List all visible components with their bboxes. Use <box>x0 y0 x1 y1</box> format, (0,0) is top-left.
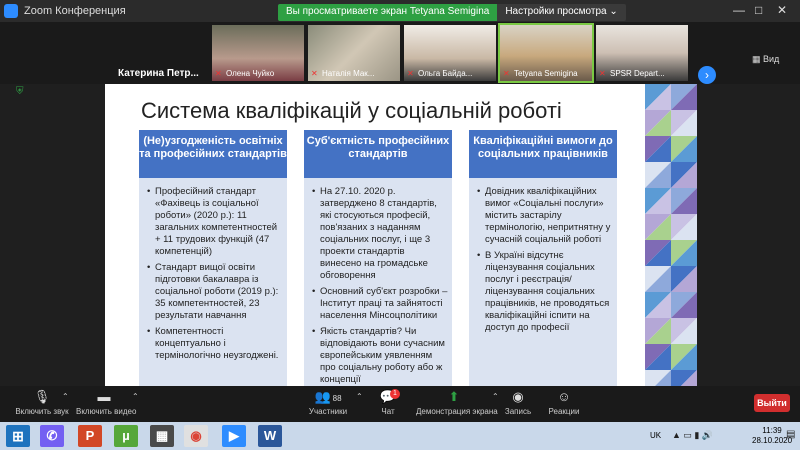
presentation-slide: Система кваліфікацій у соціальній роботі… <box>105 84 697 386</box>
participant-tile-active-speaker[interactable]: ✕ Tetyana Semigina <box>498 23 594 83</box>
view-options-dropdown[interactable]: Настройки просмотра ⌄ <box>497 4 626 21</box>
decorative-triangles <box>645 84 697 386</box>
chrome-icon[interactable]: ◉ <box>184 425 208 447</box>
title-bar: Zoom Конференция Вы просматриваете экран… <box>0 0 800 22</box>
language-indicator[interactable]: UK <box>650 431 661 440</box>
leave-meeting-button[interactable]: Выйти <box>754 394 790 412</box>
zoom-logo-icon <box>4 4 18 18</box>
participants-options-chevron-icon[interactable]: ⌃ <box>356 392 363 401</box>
notifications-icon[interactable]: ▤ <box>786 429 795 440</box>
muted-mic-icon: ✕ <box>215 69 222 78</box>
bullet-list: Довідник кваліфікаційних вимог «Соціальн… <box>477 186 613 338</box>
reactions-icon: ☺ <box>557 389 571 404</box>
bullet-list: На 27.10. 2020 р. затверджено 8 стандарт… <box>312 186 448 386</box>
muted-mic-icon: ✕ <box>311 69 318 78</box>
bullet-list: Професійний стандарт «Фахівець із соціал… <box>147 186 283 366</box>
reactions-button[interactable]: ☺ Реакции <box>546 389 582 417</box>
participant-tile[interactable]: ✕ Ольга Байда... <box>404 25 496 81</box>
record-button[interactable]: ◉ Запись <box>504 389 532 417</box>
calculator-icon[interactable]: ▦ <box>150 425 174 447</box>
video-options-chevron-icon[interactable]: ⌃ <box>132 392 139 401</box>
system-tray-icons[interactable]: ▲ ▭ ▮ 🔊 <box>672 430 713 441</box>
list-item: Професійний стандарт «Фахівець із соціал… <box>147 186 283 258</box>
share-message: Вы просматриваете экран Tetyana Semigina <box>278 4 498 21</box>
participant-name: Наталія Мак... <box>322 69 375 78</box>
powerpoint-icon[interactable]: P <box>78 425 102 447</box>
list-item: Довідник кваліфікаційних вимог «Соціальн… <box>477 186 613 246</box>
list-item: Компетентності концептуально і терміноло… <box>147 326 283 362</box>
list-item: Основний суб'єкт розробки – Інститут пра… <box>312 286 448 322</box>
list-item: Якість стандартів? Чи відповідають вони … <box>312 326 448 386</box>
muted-mic-icon: ✕ <box>599 69 606 78</box>
next-page-arrow-icon[interactable]: › <box>698 66 716 84</box>
chat-unread-badge: 1 <box>390 389 400 399</box>
participant-name: Ольга Байда... <box>418 69 473 78</box>
participant-gallery: Катерина Петр... ✕ Олена Чуйко ✕ Наталія… <box>0 22 800 84</box>
self-name-label: Катерина Петр... <box>118 68 199 79</box>
zoom-window: Zoom Конференция Вы просматриваете экран… <box>0 0 800 450</box>
close-button[interactable]: ✕ <box>777 3 787 17</box>
participant-tile[interactable]: ✕ Олена Чуйко <box>212 25 304 81</box>
participant-name: Олена Чуйко <box>226 69 275 78</box>
shared-screen: ⛨ Система кваліфікацій у соціальній робо… <box>0 84 800 386</box>
slide-column-1: (Не)узгодженість освітніх та професійних… <box>139 130 287 386</box>
start-button-windows-icon[interactable]: ⊞ <box>6 425 30 447</box>
zoom-icon[interactable]: ▶ <box>222 425 246 447</box>
share-options-chevron-icon[interactable]: ⌃ <box>492 392 499 401</box>
maximize-button[interactable]: □ <box>755 3 762 17</box>
start-video-button[interactable]: ▬ Включить видео <box>76 389 136 417</box>
participant-tile[interactable]: ✕ Наталія Мак... <box>308 25 400 81</box>
meeting-toolbar: 🎙 Включить звук ⌃ ▬ Включить видео ⌃ 👥 88… <box>0 386 800 422</box>
participant-name: Tetyana Semigina <box>514 69 578 78</box>
participant-name: SPSR Depart... <box>610 69 665 78</box>
window-title: Zoom Конференция <box>24 5 126 17</box>
column-heading: Суб'єктність професійних стандартів <box>304 130 452 178</box>
viber-icon[interactable]: ✆ <box>40 425 64 447</box>
audio-options-chevron-icon[interactable]: ⌃ <box>62 392 69 401</box>
list-item: В Україні відсутнє ліцензування соціальн… <box>477 250 613 334</box>
share-banner: Вы просматриваете экран Tetyana Semigina… <box>278 4 626 21</box>
share-screen-icon: ⬆ <box>448 389 460 404</box>
video-off-icon: ▬ <box>97 389 111 404</box>
word-icon[interactable]: W <box>258 425 282 447</box>
windows-taskbar: ⊞ ✆ P µ ▦ ◉ ▶ W UK ▲ ▭ ▮ 🔊 11:39 28.10.2… <box>0 422 800 450</box>
slide-column-3: Кваліфікаційні вимоги до соціальних прац… <box>469 130 617 386</box>
utorrent-icon[interactable]: µ <box>114 425 138 447</box>
slide-column-2: Суб'єктність професійних стандартів На 2… <box>304 130 452 386</box>
slide-title: Система кваліфікацій у соціальній роботі <box>141 98 562 123</box>
view-button[interactable]: ▦ Вид <box>752 54 779 65</box>
minimize-button[interactable]: — <box>733 3 745 17</box>
shield-icon: ⛨ <box>16 86 24 97</box>
participant-tile[interactable]: ✕ SPSR Depart... <box>596 25 688 81</box>
share-screen-button[interactable]: ⬆ Демонстрация экрана <box>416 389 498 417</box>
muted-mic-icon: ✕ <box>503 69 510 78</box>
participants-button[interactable]: 👥 88 Участники <box>306 389 350 417</box>
muted-mic-icon: ✕ <box>407 69 414 78</box>
column-heading: Кваліфікаційні вимоги до соціальних прац… <box>469 130 617 178</box>
list-item: Стандарт вищої освіти підготовки бакалав… <box>147 262 283 322</box>
column-heading: (Не)узгодженість освітніх та професійних… <box>139 130 287 178</box>
participants-icon: 👥 88 <box>314 389 342 404</box>
record-icon: ◉ <box>512 389 524 404</box>
list-item: На 27.10. 2020 р. затверджено 8 стандарт… <box>312 186 448 282</box>
